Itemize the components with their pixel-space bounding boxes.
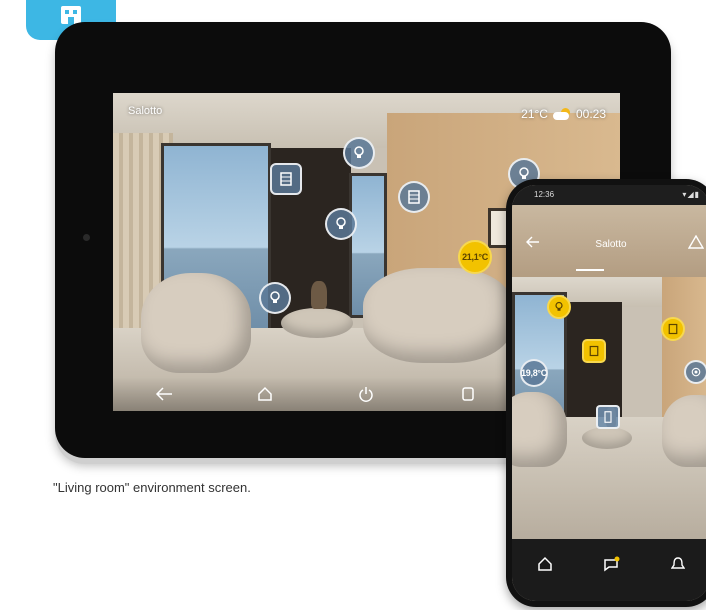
audio-icon: [691, 367, 701, 377]
door-icon: [604, 411, 612, 423]
shutter-icon: [408, 190, 420, 204]
phone-alarm-button[interactable]: [687, 234, 705, 254]
thermostat-value: 21,1°C: [462, 252, 488, 262]
armchair: [141, 273, 251, 373]
notification-icon: [670, 556, 686, 569]
door-hotspot[interactable]: [596, 405, 620, 429]
audio-hotspot[interactable]: [684, 360, 706, 384]
sofa: [662, 395, 706, 467]
light-hotspot[interactable]: [547, 295, 571, 319]
messages-icon: [604, 556, 620, 571]
phone-navbar: [512, 539, 706, 601]
thermostat-hotspot[interactable]: 19,8°C: [520, 359, 548, 387]
shutter-icon: [280, 172, 292, 186]
phone-messages-button[interactable]: [603, 556, 621, 577]
shutter-hotspot[interactable]: [398, 181, 430, 213]
light-hotspot[interactable]: [343, 137, 375, 169]
status-bar: 21°C 00:23: [521, 107, 606, 121]
light-icon: [354, 146, 364, 158]
clock: 00:23: [575, 107, 606, 121]
scenes-icon: [462, 387, 474, 401]
light-icon: [336, 217, 346, 229]
room-name: Salotto: [128, 105, 163, 117]
armchair: [512, 392, 567, 467]
phone-header: Salotto: [512, 205, 706, 277]
scenes-button[interactable]: [458, 384, 478, 404]
phone-home-button[interactable]: [537, 556, 553, 577]
power-button[interactable]: [356, 384, 376, 404]
thermostat-value: 19,8°C: [521, 368, 547, 378]
weather-icon: [552, 108, 571, 120]
coffee-table: [281, 308, 353, 338]
tablet-camera: [83, 234, 90, 241]
power-icon: [359, 387, 374, 402]
light-hotspot[interactable]: [325, 208, 357, 240]
phone-notifications-button[interactable]: [670, 556, 686, 577]
light-icon: [270, 291, 280, 303]
back-icon: [155, 387, 172, 401]
back-button[interactable]: [154, 384, 174, 404]
sofa: [363, 268, 513, 363]
shutter-icon: [668, 323, 678, 335]
phone-room-view: 19,8°C: [512, 277, 706, 539]
shutter-hotspot[interactable]: [270, 163, 302, 195]
home-icon: [258, 386, 272, 401]
active-tab-indicator: [576, 269, 604, 271]
phone-room-title: Salotto: [595, 239, 627, 250]
coffee-table: [582, 427, 632, 449]
shutter-hotspot[interactable]: [582, 339, 606, 363]
signal-battery-icon: ▾◢▮: [682, 190, 700, 199]
phone-status-bar: 12:36 ▾◢▮: [512, 185, 706, 205]
figure-caption: "Living room" environment screen.: [53, 480, 251, 495]
alarm-icon: [687, 234, 705, 249]
light-hotspot[interactable]: [259, 282, 291, 314]
cat-figure: [311, 281, 327, 309]
thermostat-hotspot[interactable]: 21,1°C: [458, 240, 492, 274]
light-icon: [555, 301, 563, 311]
phone-screen: 12:36 ▾◢▮ Salotto 19,8°C: [512, 185, 706, 601]
home-button[interactable]: [255, 384, 275, 404]
outdoor-temperature: 21°C: [521, 107, 548, 121]
phone-device: 12:36 ▾◢▮ Salotto 19,8°C: [506, 179, 706, 607]
phone-clock: 12:36: [534, 190, 555, 199]
shutter-hotspot[interactable]: [661, 317, 685, 341]
home-icon: [538, 556, 552, 571]
shutter-icon: [589, 345, 599, 357]
